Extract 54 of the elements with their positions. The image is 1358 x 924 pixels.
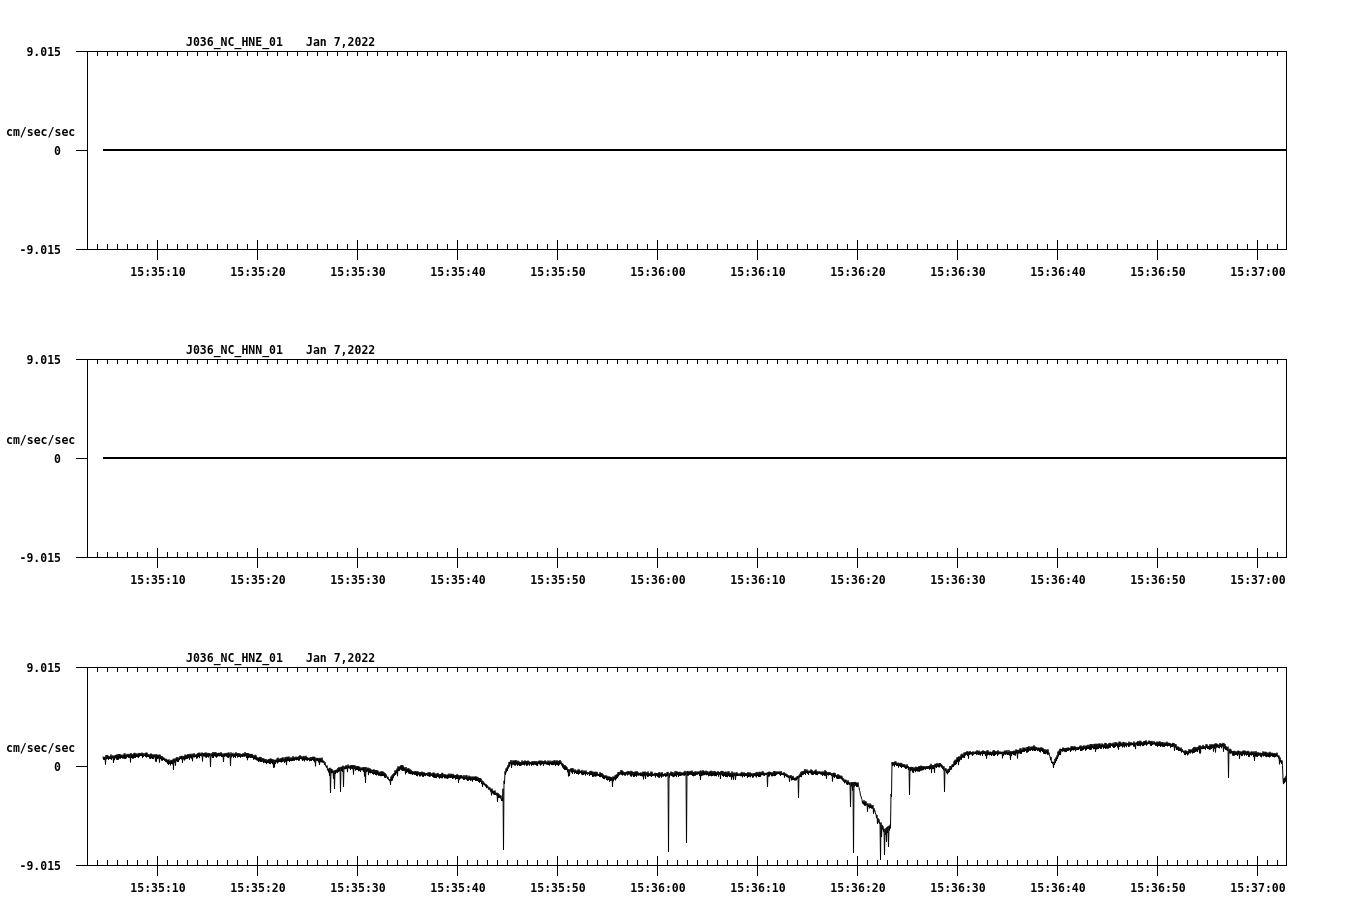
x-tick-label: 15:35:40 [430,881,486,895]
x-tick-label: 15:36:20 [830,265,886,279]
x-tick-label: 15:36:30 [930,881,986,895]
x-tick-label: 15:36:30 [930,573,986,587]
x-tick-label: 15:35:30 [330,265,386,279]
date-label: Jan 7,2022 [306,35,376,49]
x-tick-label: 15:35:20 [230,573,286,587]
x-tick-label: 15:36:50 [1130,265,1186,279]
x-tick-label: 15:36:00 [630,573,686,587]
x-tick-label: 15:35:40 [430,573,486,587]
channel-name: J036_NC_HNE_01 [186,35,283,49]
x-tick-label: 15:36:10 [730,265,786,279]
x-tick-label: 15:36:40 [1030,881,1086,895]
y-tick-label: 9.015 [26,661,61,675]
x-tick-label: 15:35:10 [130,573,186,587]
x-tick-label: 15:36:00 [630,265,686,279]
x-tick-label: 15:36:00 [630,881,686,895]
date-label: Jan 7,2022 [306,651,376,665]
y-tick-label: -9.015 [19,551,61,565]
x-tick-label: 15:36:40 [1030,265,1086,279]
x-tick-label: 15:36:20 [830,881,886,895]
x-tick-label: 15:35:40 [430,265,486,279]
x-tick-label: 15:35:20 [230,265,286,279]
x-tick-label: 15:35:10 [130,265,186,279]
x-tick-label: 15:36:10 [730,573,786,587]
y-tick-label: 0 [54,452,61,466]
date-label: Jan 7,2022 [306,343,376,357]
channel-name: J036_NC_HNN_01 [186,343,283,357]
x-tick-label: 15:36:50 [1130,573,1186,587]
y-tick-label: 0 [54,144,61,158]
x-tick-label: 15:35:50 [530,265,586,279]
x-tick-label: 15:35:10 [130,881,186,895]
y-tick-label: 9.015 [26,353,61,367]
y-tick-label: 0 [54,760,61,774]
x-tick-label: 15:35:30 [330,881,386,895]
x-tick-label: 15:36:20 [830,573,886,587]
y-tick-label: 9.015 [26,45,61,59]
y-tick-label: -9.015 [19,243,61,257]
channel-name: J036_NC_HNZ_01 [186,651,283,665]
x-tick-label: 15:36:10 [730,881,786,895]
x-tick-label: 15:36:40 [1030,573,1086,587]
y-tick-label: -9.015 [19,859,61,873]
x-tick-label: 15:36:30 [930,265,986,279]
x-tick-label: 15:37:00 [1230,881,1286,895]
x-tick-label: 15:35:50 [530,881,586,895]
x-tick-label: 15:36:50 [1130,881,1186,895]
x-tick-label: 15:35:30 [330,573,386,587]
y-axis-unit: cm/sec/sec [6,125,76,139]
x-tick-label: 15:37:00 [1230,573,1286,587]
y-axis-unit: cm/sec/sec [6,741,76,755]
x-tick-label: 15:37:00 [1230,265,1286,279]
x-tick-label: 15:35:20 [230,881,286,895]
x-tick-label: 15:35:50 [530,573,586,587]
y-axis-unit: cm/sec/sec [6,433,76,447]
